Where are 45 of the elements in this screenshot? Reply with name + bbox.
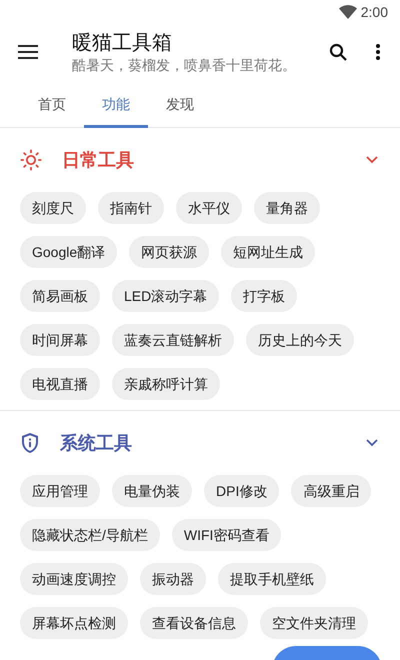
tool-chip[interactable]: WIFI密码查看 xyxy=(172,519,282,551)
tool-chip[interactable]: Google翻译 xyxy=(20,236,118,268)
tool-chip[interactable]: 刻度尺 xyxy=(20,192,86,224)
section-title: 系统工具 xyxy=(60,432,133,454)
section-title: 日常工具 xyxy=(62,148,135,172)
tool-chip[interactable]: 应用管理 xyxy=(20,475,100,507)
chevron-icon xyxy=(366,156,378,164)
search-icon xyxy=(329,43,347,61)
shield-icon xyxy=(20,432,40,454)
tool-chip[interactable]: 量角器 xyxy=(254,192,320,224)
tool-chip[interactable]: 电量伪装 xyxy=(112,475,192,507)
more-icon xyxy=(376,44,380,60)
tool-chip[interactable]: DPI修改 xyxy=(204,475,280,507)
tool-chip[interactable]: 水平仪 xyxy=(176,192,242,224)
tool-chip[interactable]: 亲戚称呼计算 xyxy=(112,368,220,400)
sun-icon xyxy=(20,149,42,171)
tool-chip[interactable]: 提取手机壁纸 xyxy=(218,563,326,595)
menu-icon xyxy=(18,45,38,59)
tool-chip[interactable]: 查看设备信息 xyxy=(140,607,248,639)
section-header[interactable]: 系统工具 xyxy=(0,411,400,475)
tool-chip[interactable]: 屏幕坏点检测 xyxy=(20,607,128,639)
status-time: 2:00 xyxy=(360,2,388,22)
tool-chip[interactable]: 时间屏幕 xyxy=(20,324,100,356)
tool-chip[interactable]: 简易画板 xyxy=(20,280,100,312)
wifi-icon xyxy=(338,5,357,19)
tool-chip[interactable]: 振动器 xyxy=(140,563,206,595)
tool-chip[interactable]: 网页获源 xyxy=(129,236,210,268)
tool-chip[interactable]: 短网址生成 xyxy=(221,236,316,268)
tab[interactable]: 发现 xyxy=(148,80,212,128)
tool-chip[interactable]: 隐藏状态栏/导航栏 xyxy=(20,519,160,551)
tool-chip[interactable]: 电视直播 xyxy=(20,368,100,400)
chevron-icon xyxy=(366,439,378,447)
tab[interactable]: 功能 xyxy=(84,80,148,128)
tool-chip[interactable]: 动画速度调控 xyxy=(20,563,128,595)
tool-chip[interactable]: 打字板 xyxy=(231,280,298,312)
tool-chip[interactable]: 指南针 xyxy=(98,192,164,224)
tool-chip[interactable]: LED滚动字幕 xyxy=(112,280,220,312)
tab[interactable]: 首页 xyxy=(20,80,84,128)
app-subtitle: 酷暑天，葵榴发，喷鼻香十里荷花。 xyxy=(72,56,297,74)
tool-chip[interactable]: 空文件夹清理 xyxy=(260,607,368,639)
tool-chip[interactable]: 蓝奏云直链解析 xyxy=(112,324,234,356)
section-header[interactable]: 日常工具 xyxy=(0,128,400,192)
tool-chip[interactable]: 高级重启 xyxy=(291,475,372,507)
tool-chip[interactable]: 历史上的今天 xyxy=(246,324,354,356)
app-title: 暖猫工具箱 xyxy=(72,31,173,56)
